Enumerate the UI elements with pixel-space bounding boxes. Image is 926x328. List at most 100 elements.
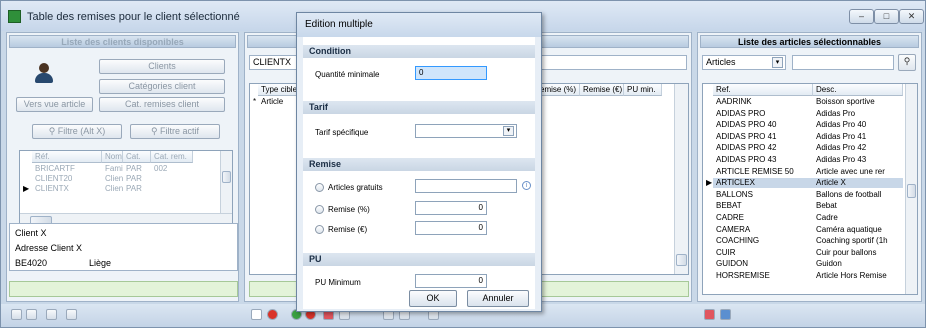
table-cell[interactable]: CLIENTX <box>32 184 102 194</box>
article-ref-cell[interactable]: ARTICLE REMISE 50 <box>713 167 813 177</box>
col-cat[interactable]: Cat. <box>123 151 151 163</box>
col-ref[interactable]: Réf. <box>32 151 102 163</box>
undo-icon[interactable] <box>66 309 77 320</box>
article-ref-cell[interactable]: BALLONS <box>713 190 813 200</box>
tarif-specifique-select[interactable]: ▾ <box>415 124 517 138</box>
article-desc-cell[interactable]: Adidas Pro 41 <box>813 132 903 142</box>
article-ref-cell[interactable]: ADIDAS PRO 43 <box>713 155 813 165</box>
article-desc-cell[interactable]: Article avec une rer <box>813 167 903 177</box>
article-ref-cell[interactable]: ADIDAS PRO 42 <box>713 143 813 153</box>
article-ref-cell[interactable]: ARTICLEX <box>713 178 813 188</box>
radio-articles-gratuits[interactable] <box>315 183 324 192</box>
article-desc-cell[interactable]: Ballons de football <box>813 190 903 200</box>
article-desc-cell[interactable]: Adidas Pro 40 <box>813 120 903 130</box>
search-articles-icon[interactable]: ⚲ <box>898 54 916 71</box>
article-ref-cell[interactable]: CADRE <box>713 213 813 223</box>
remises-vscroll[interactable] <box>674 84 688 274</box>
dialog-title: Edition multiple <box>297 13 541 37</box>
table-cell[interactable]: CLIENT20 <box>32 174 102 184</box>
article-ref-cell[interactable]: ADIDAS PRO 40 <box>713 120 813 130</box>
cancel-icon[interactable] <box>267 309 278 320</box>
table-cell[interactable]: PAR <box>123 184 151 194</box>
table-cell[interactable]: BRICARTF <box>32 164 102 174</box>
selected-client-field[interactable]: CLIENTX <box>249 55 299 70</box>
article-desc-cell[interactable]: Adidas Pro 42 <box>813 143 903 153</box>
minimize-button[interactable]: – <box>849 9 874 24</box>
filtre-button[interactable]: ⚲ Filtre (Alt X) <box>32 124 122 139</box>
table-cell[interactable]: Client <box>102 184 123 194</box>
middle-search-field[interactable] <box>535 55 687 70</box>
article-ref-cell[interactable]: COACHING <box>713 236 813 246</box>
article-desc-cell[interactable]: Boisson sportive <box>813 97 903 107</box>
col-pu-min[interactable]: PU min. <box>624 84 662 96</box>
chevron-down-icon[interactable]: ▾ <box>503 126 514 136</box>
save-icon[interactable] <box>251 309 262 320</box>
col-remise-eur[interactable]: Remise (€) <box>580 84 624 96</box>
article-ref-cell[interactable]: ADIDAS PRO 41 <box>713 132 813 142</box>
filtre-actif-button[interactable]: ⚲ Filtre actif <box>130 124 220 139</box>
clients-button[interactable]: Clients <box>99 59 225 74</box>
article-ref-cell[interactable]: ADIDAS PRO <box>713 109 813 119</box>
table-cell[interactable]: Fami <box>102 164 123 174</box>
table-cell[interactable]: PAR <box>123 174 151 184</box>
edition-multiple-dialog: Edition multiple Condition Quantité mini… <box>296 12 542 312</box>
remise-pct-input[interactable]: 0 <box>415 201 487 215</box>
articles-export-icon[interactable] <box>704 309 715 320</box>
table-cell[interactable]: PAR <box>123 164 151 174</box>
articles-gratuits-input[interactable] <box>415 179 517 193</box>
article-ref-cell[interactable]: AADRINK <box>713 97 813 107</box>
client-name: Client X <box>15 228 47 238</box>
articles-panel-header: Liste des articles sélectionnables <box>700 35 919 48</box>
tarif-specifique-label: Tarif spécifique <box>315 128 369 137</box>
article-desc-cell[interactable]: Cuir pour ballons <box>813 248 903 258</box>
col-remise-pct[interactable]: emise (%) <box>537 84 580 96</box>
dropdown-icon[interactable]: ▾ <box>772 57 783 68</box>
article-desc-cell[interactable]: Cadre <box>813 213 903 223</box>
col-article-ref[interactable]: Ref. <box>713 84 813 96</box>
article-ref-cell[interactable]: CAMERA <box>713 225 813 235</box>
articles-panel: Liste des articles sélectionnables Artic… <box>697 32 922 302</box>
article-desc-cell[interactable]: Adidas Pro 43 <box>813 155 903 165</box>
article-desc-cell[interactable]: Caméra aquatique <box>813 225 903 235</box>
categories-client-button[interactable]: Catégories client <box>99 79 225 94</box>
article-desc-cell[interactable]: Bebat <box>813 201 903 211</box>
filter-icon: ⚲ <box>48 126 58 136</box>
pu-minimum-input[interactable]: 0 <box>415 274 487 288</box>
paste-icon[interactable] <box>26 309 37 320</box>
vers-vue-article-button[interactable]: Vers vue article <box>16 97 93 112</box>
article-desc-cell[interactable]: Article X <box>813 178 903 188</box>
maximize-button[interactable]: □ <box>874 9 899 24</box>
articles-vscroll[interactable] <box>905 84 917 294</box>
table-cell[interactable]: 002 <box>151 164 193 174</box>
col-article-desc[interactable]: Desc. <box>813 84 903 96</box>
article-ref-cell[interactable]: HORSREMISE <box>713 271 813 281</box>
col-nom[interactable]: Nom <box>102 151 123 163</box>
annuler-button[interactable]: Annuler <box>467 290 529 307</box>
article-ref-cell[interactable]: CUIR <box>713 248 813 258</box>
window-title: Table des remises pour le client sélecti… <box>27 11 240 23</box>
article-ref-cell[interactable]: BEBAT <box>713 201 813 211</box>
article-desc-cell[interactable]: Article Hors Remise <box>813 271 903 281</box>
articles-view-icon[interactable] <box>720 309 731 320</box>
remise-eur-input[interactable]: 0 <box>415 221 487 235</box>
table-cell[interactable]: Client <box>102 174 123 184</box>
copy-icon[interactable] <box>11 309 22 320</box>
radio-remise-eur[interactable] <box>315 225 324 234</box>
article-desc-cell[interactable]: Guidon <box>813 259 903 269</box>
radio-remise-pct[interactable] <box>315 205 324 214</box>
article-ref-cell[interactable]: GUIDON <box>713 259 813 269</box>
filter-icon[interactable] <box>46 309 57 320</box>
close-button[interactable]: ✕ <box>899 9 924 24</box>
user-icon <box>35 63 53 83</box>
clients-vscroll[interactable] <box>220 151 232 213</box>
info-icon[interactable]: i <box>522 181 531 190</box>
article-desc-cell[interactable]: Coaching sportif (1h <box>813 236 903 246</box>
ok-button[interactable]: OK <box>409 290 457 307</box>
section-remise: Remise <box>303 158 535 171</box>
cat-remises-client-button[interactable]: Cat. remises client <box>99 97 225 112</box>
article-desc-cell[interactable]: Adidas Pro <box>813 109 903 119</box>
col-cat-rem[interactable]: Cat. rem. <box>151 151 193 163</box>
articles-type-combo[interactable]: Articles ▾ <box>702 55 786 70</box>
quantite-minimale-input[interactable]: 0 <box>415 66 487 80</box>
articles-search-input[interactable] <box>792 55 894 70</box>
